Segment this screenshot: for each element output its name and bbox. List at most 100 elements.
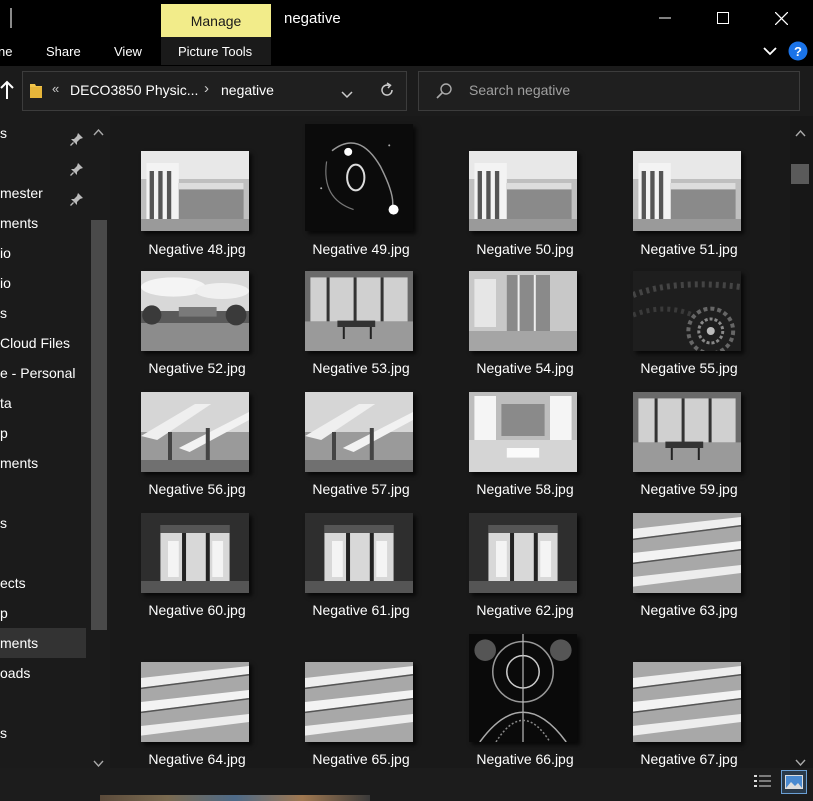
close-button[interactable]	[752, 0, 810, 36]
file-name[interactable]: Negative 57.jpg	[279, 481, 443, 497]
file-tile[interactable]: Negative 53.jpg	[279, 271, 443, 386]
nav-item[interactable]: s	[0, 118, 86, 148]
tab-share[interactable]: Share	[46, 44, 81, 59]
breadcrumb-overflow[interactable]: «	[52, 81, 59, 96]
content-scroll-up-button[interactable]	[795, 124, 806, 142]
refresh-button[interactable]	[378, 81, 396, 104]
file-name[interactable]: Negative 60.jpg	[115, 602, 279, 618]
file-thumbnail[interactable]	[141, 151, 249, 231]
file-name[interactable]: Negative 65.jpg	[279, 751, 443, 767]
file-name[interactable]: Negative 56.jpg	[115, 481, 279, 497]
file-tile[interactable]: Negative 55.jpg	[607, 271, 771, 386]
file-name[interactable]: Negative 49.jpg	[279, 241, 443, 257]
tab-picture-tools[interactable]: Picture Tools	[178, 44, 252, 59]
nav-item[interactable]: s	[0, 298, 86, 328]
large-icons-view-button[interactable]	[781, 770, 807, 794]
file-name[interactable]: Negative 52.jpg	[115, 360, 279, 376]
file-name[interactable]: Negative 67.jpg	[607, 751, 771, 767]
nav-item[interactable]: ments	[0, 448, 86, 478]
ribbon-expand-button[interactable]	[763, 43, 777, 61]
file-thumbnail[interactable]	[632, 662, 742, 742]
nav-item[interactable]	[0, 538, 86, 568]
nav-item[interactable]: ta	[0, 388, 86, 418]
file-thumbnail[interactable]	[633, 392, 741, 472]
file-tile[interactable]: Negative 67.jpg	[607, 662, 771, 777]
content-scroll-thumb[interactable]	[791, 164, 809, 184]
file-thumbnail[interactable]	[141, 513, 249, 593]
file-thumbnail[interactable]	[140, 662, 250, 742]
nav-item[interactable]: s	[0, 718, 86, 748]
file-thumbnail[interactable]	[469, 271, 577, 351]
file-thumbnail[interactable]	[141, 271, 249, 351]
nav-item[interactable]	[0, 148, 86, 178]
file-name[interactable]: Negative 55.jpg	[607, 360, 771, 376]
content-scrollbar[interactable]	[790, 116, 813, 768]
details-view-button[interactable]	[753, 773, 773, 794]
file-tile[interactable]: Negative 51.jpg	[607, 124, 771, 264]
nav-item[interactable]: ments	[0, 628, 86, 658]
file-name[interactable]: Negative 51.jpg	[607, 241, 771, 257]
nav-item[interactable]	[0, 478, 86, 508]
file-name[interactable]: Negative 59.jpg	[607, 481, 771, 497]
file-tile[interactable]: Negative 58.jpg	[443, 392, 607, 507]
nav-item[interactable]: p	[0, 418, 86, 448]
file-tile[interactable]: Negative 54.jpg	[443, 271, 607, 386]
file-thumbnail[interactable]	[141, 392, 249, 472]
file-name[interactable]: Negative 61.jpg	[279, 602, 443, 618]
nav-item[interactable]: e - Personal	[0, 358, 86, 388]
file-name[interactable]: Negative 48.jpg	[115, 241, 279, 257]
file-tile[interactable]: Negative 63.jpg	[607, 513, 771, 628]
file-name[interactable]: Negative 66.jpg	[443, 751, 607, 767]
file-name[interactable]: Negative 64.jpg	[115, 751, 279, 767]
file-tile[interactable]: Negative 52.jpg	[115, 271, 279, 386]
file-name[interactable]: Negative 50.jpg	[443, 241, 607, 257]
nav-item[interactable]	[0, 688, 86, 718]
pin-icon[interactable]	[70, 156, 84, 178]
file-thumbnail[interactable]	[469, 151, 577, 231]
breadcrumb-separator[interactable]: ›	[204, 80, 209, 97]
file-name[interactable]: Negative 58.jpg	[443, 481, 607, 497]
nav-item[interactable]: s	[0, 508, 86, 538]
file-tile[interactable]: Negative 49.jpg	[279, 124, 443, 264]
file-name[interactable]: Negative 63.jpg	[607, 602, 771, 618]
up-button[interactable]	[0, 80, 14, 105]
file-tile[interactable]: Negative 65.jpg	[279, 662, 443, 777]
breadcrumb-parent[interactable]: DECO3850 Physic...	[70, 82, 198, 98]
breadcrumb-current[interactable]: negative	[221, 82, 274, 98]
maximize-button[interactable]	[694, 0, 752, 36]
file-tile[interactable]: Negative 48.jpg	[115, 124, 279, 264]
file-name[interactable]: Negative 62.jpg	[443, 602, 607, 618]
pin-icon[interactable]	[70, 126, 84, 148]
nav-scroll-up-button[interactable]	[93, 123, 104, 141]
tab-home[interactable]: ne	[0, 44, 12, 59]
file-thumbnail[interactable]	[305, 392, 413, 472]
file-thumbnail[interactable]	[305, 271, 413, 351]
file-thumbnail[interactable]	[305, 513, 413, 593]
nav-item[interactable]: io	[0, 268, 86, 298]
nav-item[interactable]: Cloud Files	[0, 328, 86, 358]
file-thumbnail[interactable]	[469, 392, 577, 472]
file-tile[interactable]: Negative 62.jpg	[443, 513, 607, 628]
file-thumbnail[interactable]	[632, 513, 742, 593]
minimize-button[interactable]	[636, 0, 694, 36]
file-thumbnail[interactable]	[469, 634, 577, 743]
tab-view[interactable]: View	[114, 44, 142, 59]
file-name[interactable]: Negative 53.jpg	[279, 360, 443, 376]
nav-item[interactable]: mester	[0, 178, 86, 208]
nav-item[interactable]: p	[0, 598, 86, 628]
manage-tab[interactable]: Manage	[161, 4, 271, 37]
help-button[interactable]: ?	[788, 41, 808, 66]
file-tile[interactable]: Negative 61.jpg	[279, 513, 443, 628]
file-tile[interactable]: Negative 60.jpg	[115, 513, 279, 628]
nav-item[interactable]: io	[0, 238, 86, 268]
file-tile[interactable]: Negative 56.jpg	[115, 392, 279, 507]
file-thumbnail[interactable]	[631, 271, 742, 356]
file-tile[interactable]: Negative 57.jpg	[279, 392, 443, 507]
file-thumbnail[interactable]	[469, 513, 577, 593]
file-tile[interactable]: Negative 59.jpg	[607, 392, 771, 507]
nav-item[interactable]: ments	[0, 208, 86, 238]
file-thumbnail[interactable]	[633, 151, 741, 231]
file-tile[interactable]: Negative 66.jpg	[443, 634, 607, 777]
file-name[interactable]: Negative 54.jpg	[443, 360, 607, 376]
nav-item[interactable]: oads	[0, 658, 86, 688]
